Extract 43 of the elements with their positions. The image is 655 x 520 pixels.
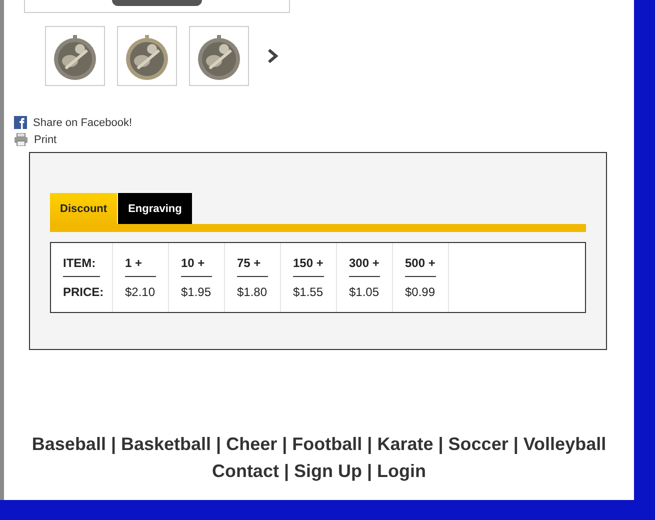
quantity-cell: 500 + [405,256,436,277]
zoom-button[interactable] [112,0,202,6]
footer-link[interactable]: Baseball [32,434,106,455]
price-cell-text: $2.10 [125,284,156,299]
tab[interactable]: Engraving [118,193,192,224]
separator: | [216,434,222,455]
footer-link[interactable]: Football [292,434,362,455]
separator: | [513,434,518,455]
separator: | [282,434,288,455]
separator: | [284,461,289,482]
footer-link[interactable]: Soccer [448,434,508,455]
footer-link[interactable]: Contact [212,461,279,482]
chevron-right-icon[interactable] [267,48,279,64]
price-cell-text: $0.99 [405,284,436,299]
tab[interactable]: Discount [50,193,118,224]
separator: | [438,434,444,455]
thumbnail[interactable] [45,26,105,86]
printer-icon[interactable] [14,133,28,146]
price-cell-text: $1.55 [293,284,324,299]
quantity-cell: 150 + [293,256,324,277]
thumbnail[interactable] [189,26,249,86]
facebook-icon[interactable] [14,116,27,129]
footer-link[interactable]: Cheer [226,434,278,455]
quantity-cell: 1 + [125,256,156,277]
quantity-cell: 300 + [349,256,380,277]
footer-link[interactable]: Karate [377,434,434,455]
footer-link[interactable]: Sign Up [294,461,362,482]
row-label: ITEM: [63,256,100,277]
price-cell-text: $1.80 [237,284,268,299]
separator: | [110,434,116,455]
row-label: PRICE: [63,284,100,299]
separator: | [367,461,372,482]
footer-link[interactable]: Login [377,461,426,482]
quantity-cell: 75 + [237,256,268,277]
quantity-cell: 10 + [181,256,212,277]
footer-link[interactable]: Basketball [121,434,212,455]
footer-link[interactable]: Volleyball [523,434,606,455]
price-cell-text: $1.95 [181,284,212,299]
thumbnail[interactable] [117,26,177,86]
separator: | [367,434,372,455]
print-link[interactable]: Print [34,134,57,146]
share-link[interactable]: Share on Facebook! [33,116,132,128]
price-cell-text: $1.05 [349,284,380,299]
